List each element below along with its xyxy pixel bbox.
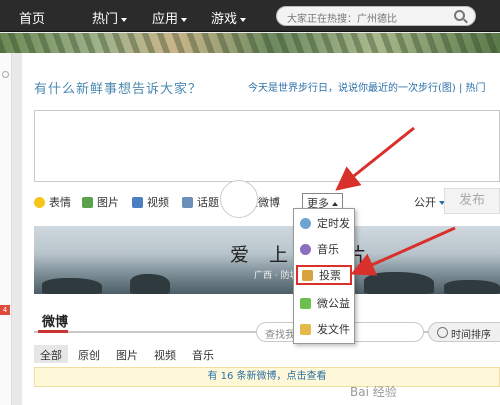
search-placeholder: 大家正在热搜：广州德比 [287, 14, 397, 25]
post-textarea[interactable] [34, 110, 500, 182]
menu-item-file[interactable]: 发文件 [296, 319, 352, 339]
nav-games[interactable]: 游戏 [211, 8, 247, 27]
banner-foliage [0, 33, 500, 53]
composer-toolbar: 表情 图片 视频 话题 长微博 更多 公开 发布 [34, 188, 500, 214]
menu-item-label: 发文件 [317, 323, 350, 336]
filter-videos[interactable]: 视频 [148, 345, 182, 363]
new-posts-notice[interactable]: 有 16 条新微博，点击查看 [34, 367, 500, 387]
emoji-icon [34, 196, 45, 208]
watermark: Bai 经验 [350, 385, 397, 399]
feed-filters: 全部 原创 图片 视频 音乐 [34, 345, 500, 363]
filter-all[interactable]: 全部 [34, 345, 68, 363]
topic-icon [182, 196, 193, 208]
filter-music[interactable]: 音乐 [186, 345, 220, 363]
cover-rock [42, 278, 102, 294]
nav-hot[interactable]: 热门 [92, 8, 128, 27]
search-input[interactable]: 大家正在热搜：广州德比 [276, 6, 476, 26]
menu-item-charity[interactable]: 微公益 [296, 293, 352, 313]
publish-button[interactable]: 发布 [444, 188, 500, 214]
chevron-down-icon [240, 17, 247, 22]
more-dropdown: 定时发 音乐 投票 微公益 发文件 [293, 208, 355, 344]
cover-rock [444, 280, 500, 294]
video-icon [132, 196, 143, 208]
nav-apps-label: 应用 [152, 12, 179, 27]
feed-active-indicator [38, 330, 68, 333]
cover-subtitle: 广西 · 防城 [254, 271, 299, 281]
filter-original[interactable]: 原创 [72, 345, 106, 363]
chevron-up-icon [332, 202, 338, 206]
picture-label: 图片 [97, 196, 119, 209]
video-button[interactable]: 视频 [132, 194, 169, 210]
composer-prompt: 有什么新鲜事想告诉大家？ [34, 82, 203, 97]
video-label: 视频 [147, 196, 169, 209]
topic-button[interactable]: 话题 [182, 194, 219, 210]
nav-hot-label: 热门 [92, 12, 119, 27]
nav-games-label: 游戏 [211, 12, 238, 27]
vote-icon [302, 269, 313, 281]
menu-item-schedule[interactable]: 定时发 [296, 213, 352, 233]
nav-home[interactable]: 首页 [0, 0, 64, 32]
file-icon [300, 323, 311, 335]
picture-button[interactable]: 图片 [82, 194, 119, 210]
chevron-down-icon [181, 17, 188, 22]
cover-rock [364, 272, 434, 294]
feed-title[interactable]: 微博 [42, 311, 68, 330]
menu-item-label: 投票 [319, 269, 341, 282]
menu-item-label: 微公益 [317, 297, 350, 310]
music-icon [300, 243, 311, 255]
time-sort-button[interactable]: 时间排序 [428, 322, 500, 342]
visibility-select[interactable]: 公开 [414, 194, 445, 210]
top-nav: 首页 热门 应用 游戏 大家正在热搜：广州德比 [0, 0, 500, 32]
menu-item-label: 定时发 [317, 217, 350, 230]
topic-link[interactable]: 今天是世界步行日，说说你最近的一次步行(图) | 热门 [248, 79, 486, 94]
emoji-label: 表情 [49, 196, 71, 209]
nav-apps[interactable]: 应用 [152, 8, 188, 27]
menu-item-music[interactable]: 音乐 [296, 239, 352, 259]
search-icon[interactable] [454, 10, 465, 21]
main-panel: 有什么新鲜事想告诉大家？ 今天是世界步行日，说说你最近的一次步行(图) | 热门… [22, 53, 500, 405]
menu-item-vote[interactable]: 投票 [296, 265, 352, 285]
emoji-button[interactable]: 表情 [34, 194, 71, 210]
topic-label: 话题 [197, 196, 219, 209]
left-sidebar: 4 [0, 53, 12, 405]
left-dot-icon[interactable] [2, 71, 9, 78]
clock-icon [300, 217, 311, 229]
cover-rock [130, 274, 170, 294]
cover-image: 爱 上 一 片 广西 · 防城 [34, 226, 500, 294]
left-badge: 4 [0, 305, 10, 315]
chevron-down-icon [121, 17, 128, 22]
charity-icon [300, 297, 311, 309]
filter-pictures[interactable]: 图片 [110, 345, 144, 363]
avatar[interactable] [220, 180, 258, 218]
picture-icon [82, 196, 93, 208]
menu-item-label: 音乐 [317, 243, 339, 256]
visibility-label: 公开 [414, 196, 436, 209]
